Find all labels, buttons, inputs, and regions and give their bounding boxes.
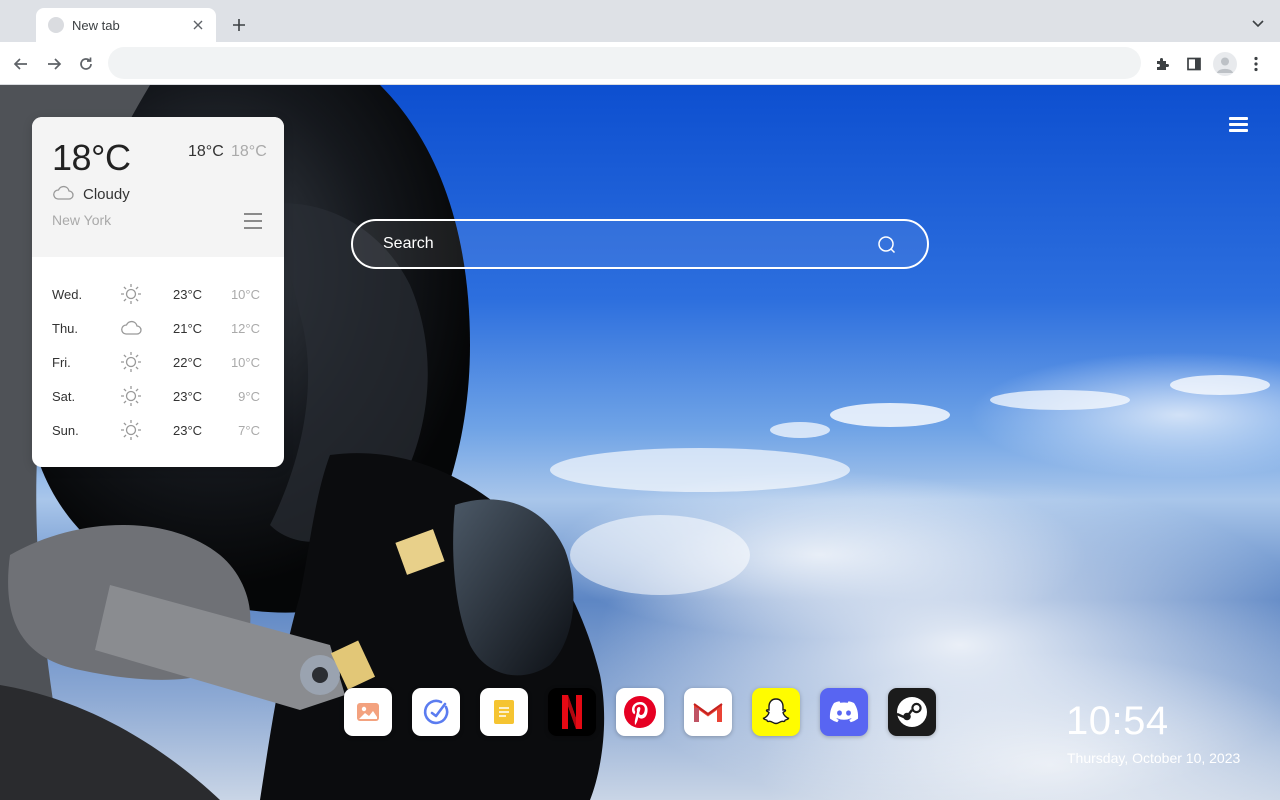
picture-icon	[357, 703, 379, 721]
pinterest-app-button[interactable]	[616, 688, 664, 736]
forecast-low: 7°C	[238, 423, 260, 438]
today-high: 18°C	[188, 143, 224, 160]
kebab-menu-icon[interactable]	[1243, 51, 1269, 77]
side-panel-icon[interactable]	[1181, 51, 1207, 77]
reload-icon[interactable]	[74, 52, 98, 76]
address-bar[interactable]	[108, 47, 1141, 79]
forecast-day: Sun.	[52, 423, 79, 438]
forecast-low: 10°C	[230, 287, 260, 302]
new-tab-page: 18°C 18°C 18°C Cloudy New York Wed. 23°C…	[0, 85, 1280, 800]
sun-icon	[121, 284, 141, 304]
clock-time: 10:54	[1066, 699, 1169, 743]
current-temperature: 18°C	[52, 137, 131, 178]
tab-search-chevron-down-icon[interactable]	[1248, 14, 1268, 34]
forecast-row: Sat. 23°C 9°C	[32, 379, 284, 413]
steam-icon	[896, 697, 927, 727]
forecast-low: 10°C	[230, 355, 260, 370]
forecast-row: Wed. 23°C 10°C	[32, 277, 284, 311]
gmail-app-button[interactable]	[684, 688, 732, 736]
forecast-day: Wed.	[52, 287, 83, 302]
sun-icon	[121, 386, 141, 406]
tasks-app-button[interactable]	[412, 688, 460, 736]
photos-app-button[interactable]	[344, 688, 392, 736]
tab-new-tab[interactable]: New tab	[36, 8, 216, 42]
tab-favicon-icon	[48, 17, 64, 33]
forecast-day: Thu.	[52, 321, 79, 336]
forecast-high: 23°C	[173, 423, 203, 438]
weather-city: New York	[52, 212, 112, 228]
browser-toolbar	[0, 42, 1280, 85]
back-arrow-icon[interactable]	[9, 52, 33, 76]
app-dock	[344, 688, 936, 736]
tab-close-icon[interactable]	[190, 17, 206, 33]
forecast-row: Sun. 23°C 7°C	[32, 413, 284, 447]
profile-avatar[interactable]	[1212, 51, 1238, 77]
today-low: 18°C	[231, 143, 267, 160]
forecast-high: 23°C	[173, 287, 203, 302]
forecast-low: 12°C	[230, 321, 260, 336]
discord-app-button[interactable]	[820, 688, 868, 736]
extensions-puzzle-icon[interactable]	[1149, 51, 1175, 77]
forecast-low: 9°C	[238, 389, 260, 404]
steam-app-button[interactable]	[888, 688, 936, 736]
forecast-day: Sat.	[52, 389, 76, 404]
forecast-high: 23°C	[173, 389, 203, 404]
weather-widget: 18°C 18°C 18°C Cloudy New York Wed. 23°C…	[32, 117, 284, 467]
cloud-icon	[121, 320, 142, 335]
forecast-high: 21°C	[173, 321, 203, 336]
forward-arrow-icon[interactable]	[42, 52, 66, 76]
check-icon	[423, 699, 449, 725]
discord-icon	[829, 701, 859, 723]
netflix-icon	[562, 695, 582, 729]
cloud-icon	[53, 185, 74, 200]
forecast-high: 22°C	[173, 355, 203, 370]
netflix-app-button[interactable]	[548, 688, 596, 736]
forecast-day: Fri.	[52, 355, 71, 370]
pinterest-icon	[624, 696, 656, 728]
sun-icon	[121, 420, 141, 440]
weather-forecast-list: Wed. 23°C 10°C Thu. 21°C 12°C Fri. 22°C …	[32, 277, 284, 447]
snapchat-icon	[762, 698, 790, 725]
weather-condition: Cloudy	[83, 186, 130, 203]
weather-menu-icon[interactable]	[244, 213, 262, 229]
gmail-icon	[693, 703, 723, 722]
page-menu-icon[interactable]	[1229, 117, 1248, 132]
weather-current: 18°C 18°C 18°C Cloudy New York	[32, 117, 284, 257]
notes-app-button[interactable]	[480, 688, 528, 736]
sun-icon	[121, 352, 141, 372]
forecast-row: Fri. 22°C 10°C	[32, 345, 284, 379]
tab-strip: New tab	[0, 0, 1280, 42]
snapchat-app-button[interactable]	[752, 688, 800, 736]
search-icon[interactable]	[877, 235, 897, 255]
forecast-row: Thu. 21°C 12°C	[32, 311, 284, 345]
clock-date: Thursday, October 10, 2023	[1067, 750, 1241, 766]
new-tab-plus-icon[interactable]	[228, 14, 250, 36]
tab-title: New tab	[72, 17, 120, 33]
note-icon	[494, 700, 514, 724]
search-input[interactable]	[383, 221, 863, 267]
search-bar	[351, 219, 929, 269]
